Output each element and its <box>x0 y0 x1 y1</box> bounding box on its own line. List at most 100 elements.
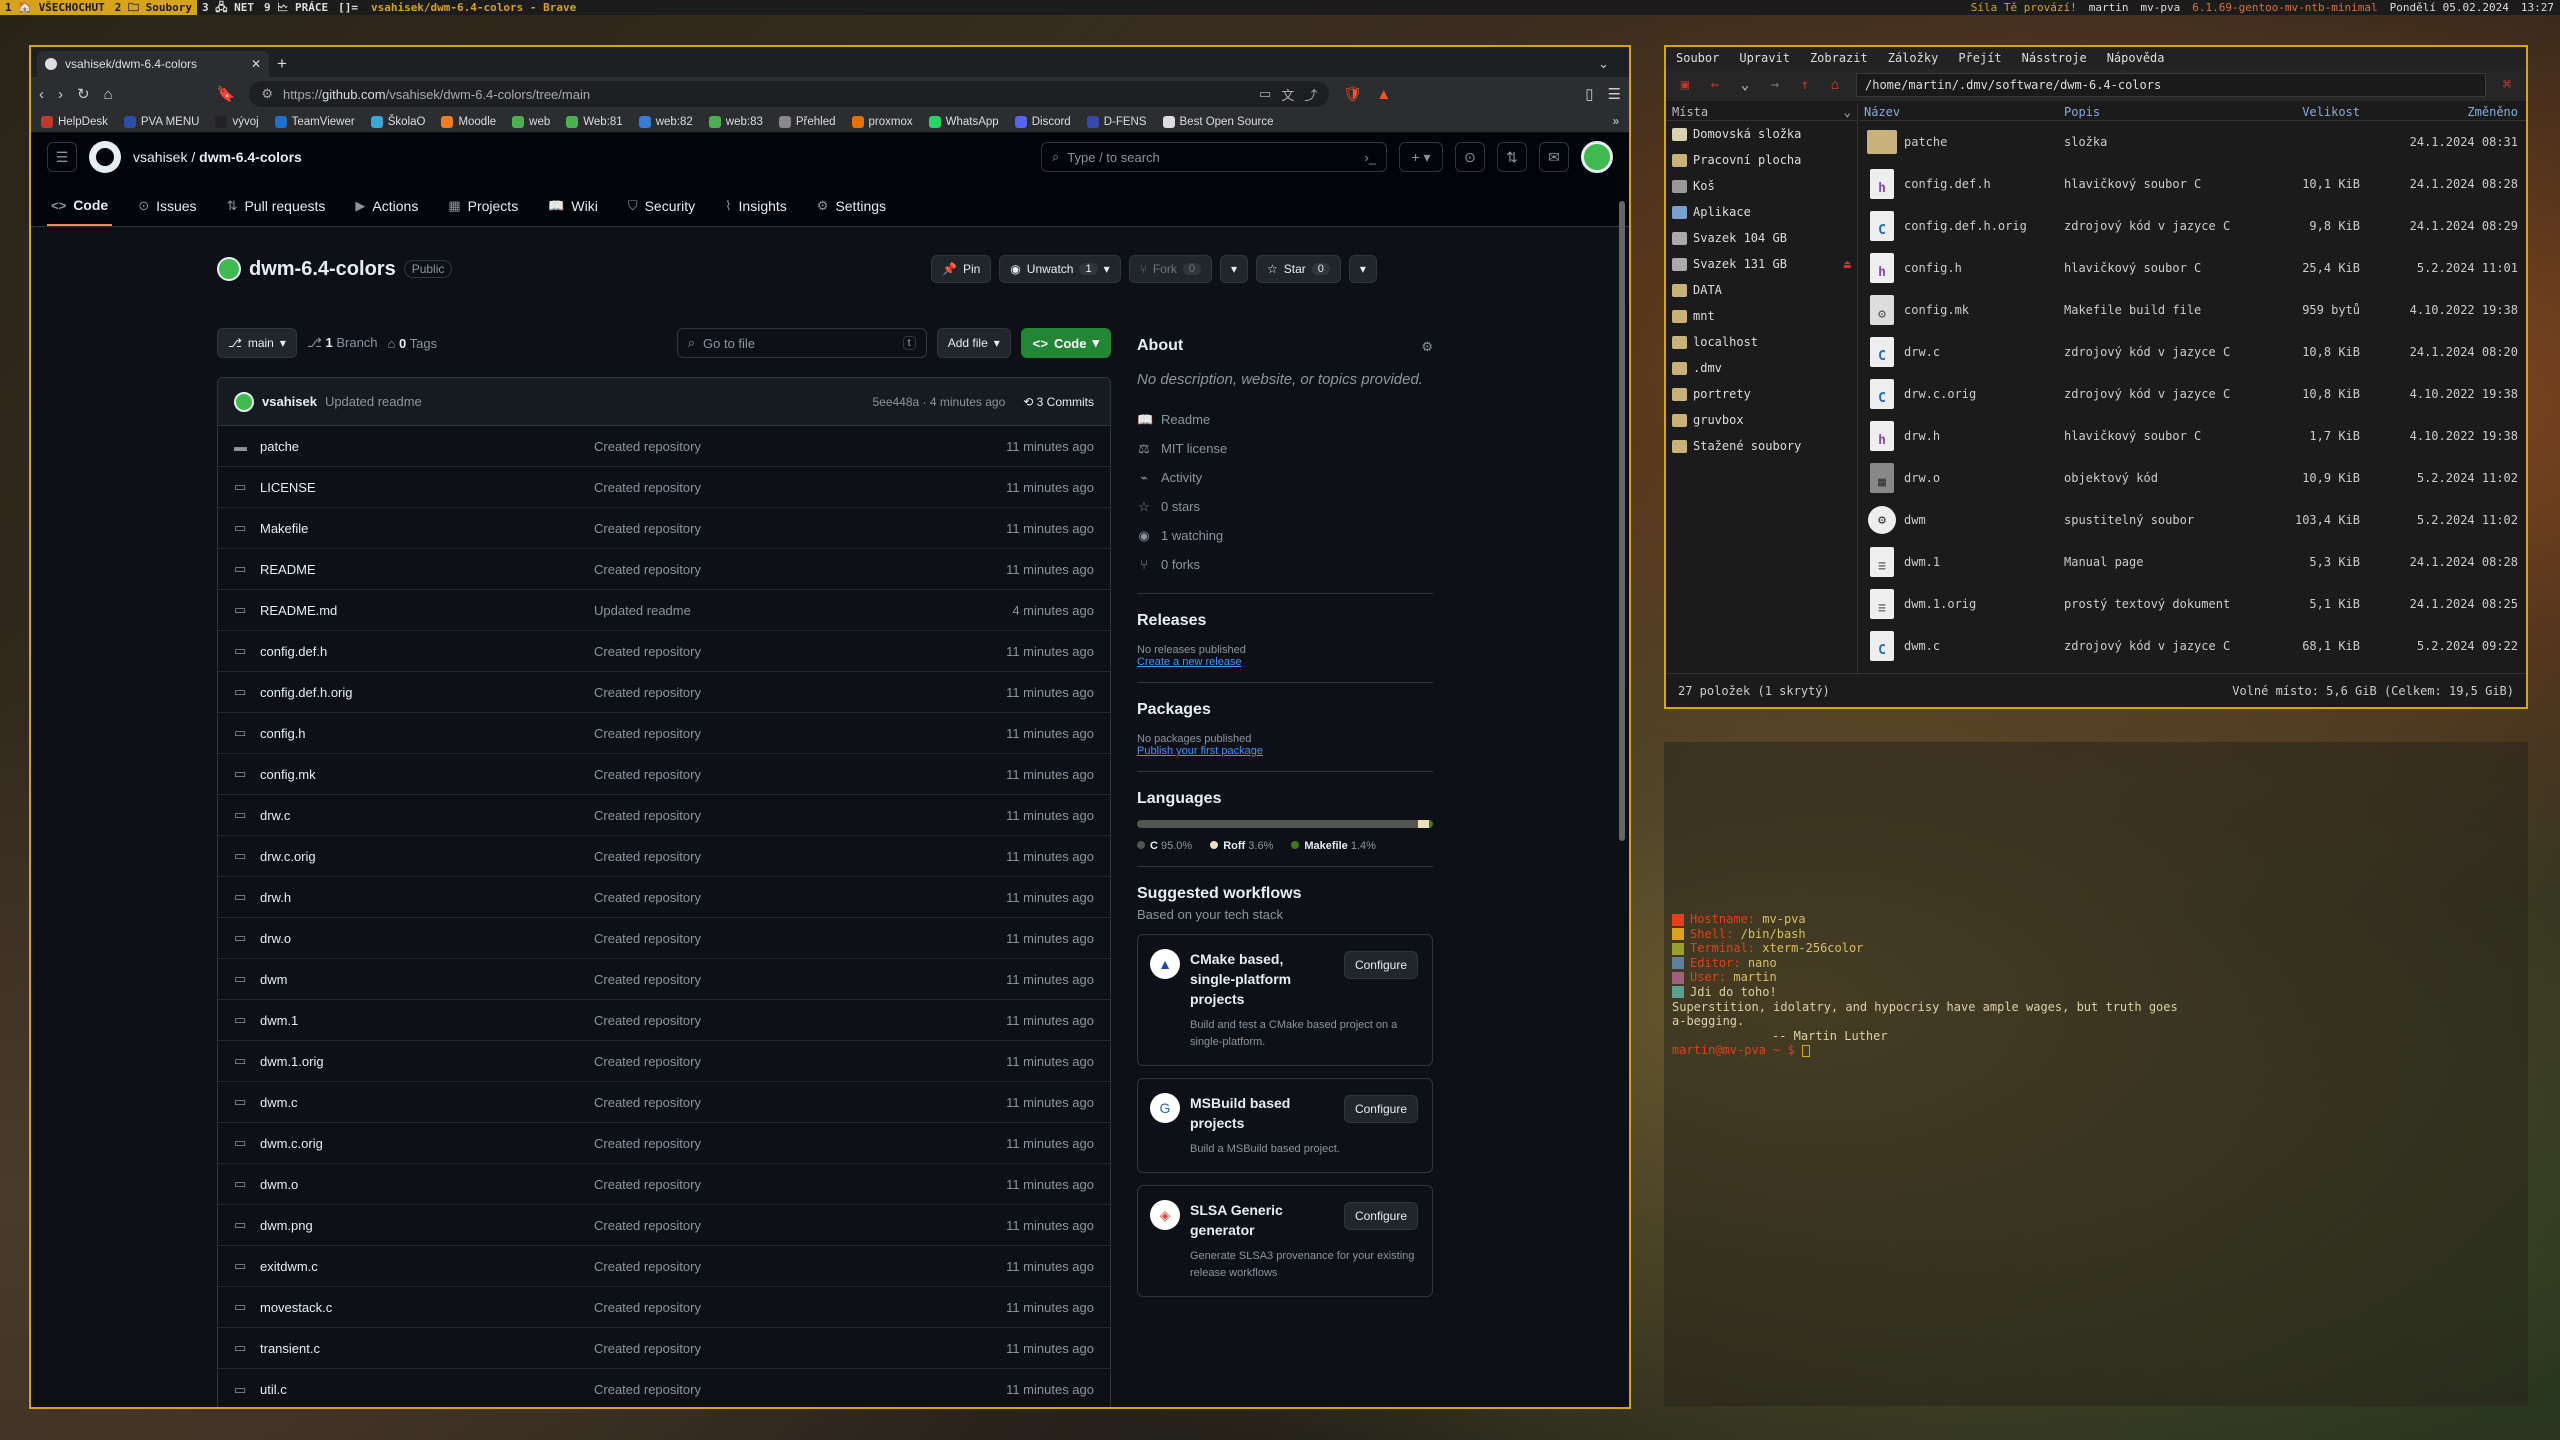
tab-projects[interactable]: ▦ Projects <box>444 186 522 226</box>
place-item[interactable]: Svazek 104 GB <box>1666 225 1857 251</box>
sidebar-toggle-icon[interactable]: ▯ <box>1585 85 1593 103</box>
bookmark-item[interactable]: ŠkolaO <box>370 115 425 128</box>
table-row[interactable]: ▭ transient.c Created repository 11 minutes… <box>218 1328 1110 1369</box>
bookmark-item[interactable]: proxmox <box>851 115 913 128</box>
releases-title[interactable]: Releases <box>1137 612 1433 630</box>
file-name[interactable]: transient.c <box>260 1341 594 1356</box>
file-name[interactable]: drw.c <box>260 808 594 823</box>
menu-item[interactable]: Zobrazit <box>1810 51 1868 65</box>
add-file-button[interactable]: Add file ▾ <box>936 328 1011 358</box>
commit-message[interactable]: Created repository <box>594 1054 1006 1069</box>
repo-name[interactable]: dwm-6.4-colors <box>249 258 396 281</box>
list-item[interactable]: ⚙ dwm spustitelný soubor 103,4 KiB 5.2.2024 … <box>1860 499 2526 541</box>
back-icon[interactable]: ‹ <box>39 86 44 103</box>
commit-message[interactable]: Created repository <box>594 726 1006 741</box>
commit-message[interactable]: Created repository <box>594 1341 1006 1356</box>
table-row[interactable]: ▭ README.md Updated readme 4 minutes ago <box>218 590 1110 631</box>
file-name[interactable]: dwm.1 <box>260 1013 594 1028</box>
file-name[interactable]: config.h <box>260 726 594 741</box>
bookmark-icon[interactable]: ⌘ <box>2498 77 2516 93</box>
table-row[interactable]: ▭ util.c Created repository 11 minutes ago <box>218 1369 1110 1407</box>
table-row[interactable]: ▭ drw.c.orig Created repository 11 minutes … <box>218 836 1110 877</box>
commit-message[interactable]: Created repository <box>594 1300 1006 1315</box>
history-chevron-down-icon[interactable]: ⌄ <box>1736 77 1754 93</box>
place-item[interactable]: Aplikace <box>1666 199 1857 225</box>
home-icon[interactable]: ⌂ <box>104 86 113 103</box>
table-row[interactable]: ▭ Makefile Created repository 11 minutes ag… <box>218 508 1110 549</box>
list-item[interactable]: patche složka 24.1.2024 08:31 <box>1860 121 2526 163</box>
table-row[interactable]: ▭ config.def.h.orig Created repository 11 m… <box>218 672 1110 713</box>
commit-message[interactable]: Created repository <box>594 1013 1006 1028</box>
file-name[interactable]: drw.o <box>260 931 594 946</box>
commit-message[interactable]: Created repository <box>594 1177 1006 1192</box>
close-tab-icon[interactable]: ✕ <box>251 57 261 71</box>
about-link[interactable]: ⚖ MIT license <box>1137 434 1433 463</box>
menu-item[interactable]: Upravit <box>1739 51 1790 65</box>
terminal-window[interactable]: Hostname: mv-pva Shell: /bin/bash Terminal… <box>1664 742 2528 1406</box>
tab-list-chevron-icon[interactable]: ⌄ <box>1598 51 1609 77</box>
configure-button[interactable]: Configure <box>1343 1202 1418 1230</box>
tab-security[interactable]: ⛉ Security <box>624 186 699 226</box>
about-link[interactable]: ⑂ 0 forks <box>1137 550 1433 579</box>
commit-message[interactable]: Created repository <box>594 1095 1006 1110</box>
place-item[interactable]: Koš <box>1666 173 1857 199</box>
about-link[interactable]: ☆ 0 stars <box>1137 492 1433 521</box>
menu-item[interactable]: Násstroje <box>2022 51 2087 65</box>
pull-requests-icon[interactable]: ⇅ <box>1497 142 1527 172</box>
workspace-tag[interactable]: 2 🗀 Soubory <box>109 0 198 15</box>
configure-button[interactable]: Configure <box>1343 951 1418 979</box>
translate-icon[interactable]: 文 <box>1281 85 1294 104</box>
new-tab-button[interactable]: + <box>269 51 295 77</box>
hamburger-menu-icon[interactable]: ☰ <box>47 142 77 172</box>
more-bookmarks-icon[interactable]: » <box>1613 116 1619 128</box>
list-item[interactable]: ▦ drw.o objektový kód 10,9 KiB 5.2.2024 11:0… <box>1860 457 2526 499</box>
publish-package-link[interactable]: Publish your first package <box>1137 745 1433 757</box>
commit-message[interactable]: Created repository <box>594 644 1006 659</box>
fork-dropdown-button[interactable]: ▾ <box>1219 255 1248 283</box>
owner-link[interactable]: vsahisek <box>133 149 187 165</box>
places-header[interactable]: Místa ⌄ <box>1666 103 1857 121</box>
list-item[interactable]: Cdrw.c.orig zdrojový kód v jazyce C 10,8 K… <box>1860 373 2526 415</box>
place-item[interactable]: gruvbox <box>1666 407 1857 433</box>
file-name[interactable]: dwm.c.orig <box>260 1136 594 1151</box>
bookmark-item[interactable]: PVA MENU <box>123 115 199 128</box>
pin-button[interactable]: 📌 Pin <box>931 255 992 283</box>
reload-icon[interactable]: ↻ <box>77 85 90 103</box>
file-name[interactable]: README <box>260 562 594 577</box>
forward-icon[interactable]: › <box>58 86 63 103</box>
go-to-file-input[interactable]: ⌕ Go to file t <box>676 328 927 358</box>
list-item[interactable]: Cconfig.def.h.orig zdrojový kód v jazyce … <box>1860 205 2526 247</box>
language-item[interactable]: Makefile 1.4% <box>1291 840 1376 852</box>
commit-message[interactable]: Updated readme <box>325 394 422 409</box>
bookmark-item[interactable]: HelpDesk <box>41 115 108 128</box>
table-row[interactable]: ▭ dwm.o Created repository 11 minutes ago <box>218 1164 1110 1205</box>
file-name[interactable]: patche <box>260 439 594 454</box>
commit-message[interactable]: Created repository <box>594 562 1006 577</box>
place-item[interactable]: portrety <box>1666 381 1857 407</box>
place-item[interactable]: Stažené soubory <box>1666 433 1857 459</box>
share-icon[interactable]: ⤴ <box>1304 85 1317 104</box>
path-input[interactable]: /home/martin/.dmv/software/dwm-6.4-color… <box>1856 73 2486 97</box>
menu-item[interactable]: Přejít <box>1958 51 2001 65</box>
menu-item[interactable]: Soubor <box>1676 51 1719 65</box>
tab-actions[interactable]: ▶ Actions <box>351 186 422 226</box>
commit-message[interactable]: Updated readme <box>594 603 1012 618</box>
file-name[interactable]: LICENSE <box>260 480 594 495</box>
tab-insights[interactable]: ⌇ Insights <box>721 186 791 226</box>
bookmark-icon[interactable]: 🔖 <box>217 85 236 103</box>
column-header[interactable]: Název <box>1860 105 2064 119</box>
tab-wiki[interactable]: 📖 Wiki <box>544 186 602 226</box>
commit-message[interactable]: Created repository <box>594 767 1006 782</box>
commit-message[interactable]: Created repository <box>594 1382 1006 1397</box>
place-item[interactable]: localhost <box>1666 329 1857 355</box>
list-item[interactable]: ≡ dwm.1 Manual page 5,3 KiB 24.1.2024 08:28 <box>1860 541 2526 583</box>
language-item[interactable]: C 95.0% <box>1137 840 1192 852</box>
tab-issues[interactable]: ⊙ Issues <box>134 186 200 226</box>
bookmark-item[interactable]: web:83 <box>708 115 763 128</box>
brave-shields-icon[interactable]: 🛡 <box>1343 85 1362 103</box>
column-header[interactable]: Velikost <box>2288 105 2368 119</box>
place-item[interactable]: Svazek 131 GB ⏏ <box>1666 251 1857 277</box>
table-row[interactable]: ▭ dwm.c Created repository 11 minutes ago <box>218 1082 1110 1123</box>
home-icon[interactable]: ⌂ <box>1826 77 1844 93</box>
column-header[interactable]: Popis <box>2064 105 2288 119</box>
